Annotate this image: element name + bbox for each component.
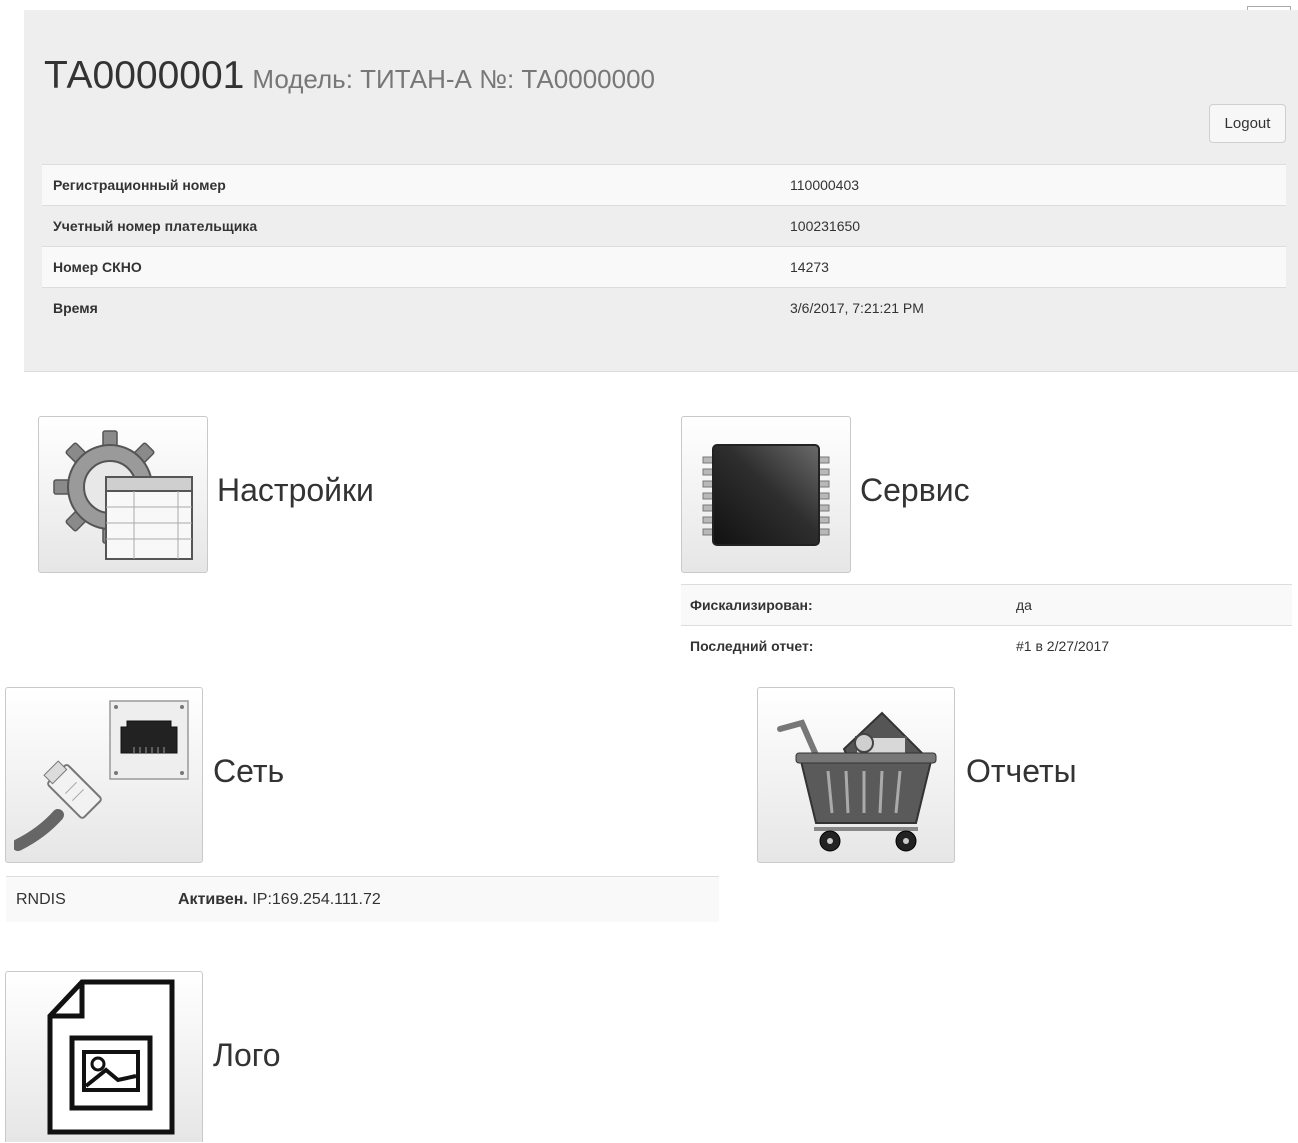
network-tile-button[interactable] [5,687,203,863]
info-value: 110000403 [779,164,1286,206]
logo-tile-button[interactable] [5,971,203,1142]
page-title: ТА0000001 Модель: ТИТАН-А №: ТА0000000 [44,54,655,98]
info-label: Регистрационный номер [42,164,779,206]
logout-button[interactable]: Logout [1209,104,1286,143]
ip-address: IP:169.254.111.72 [252,890,381,908]
ethernet-cable-icon [14,700,189,851]
settings-gear-table-icon [53,429,193,560]
settings-tile-button[interactable] [38,416,208,573]
table-row: Учетный номер плательщика 100231650 [42,205,1286,247]
table-row: Номер СКНО 14273 [42,246,1286,288]
service-tile-button[interactable] [681,416,851,573]
table-row: Фискализирован: да [681,584,1292,626]
table-row: Регистрационный номер 110000403 [42,164,1286,206]
settings-label[interactable]: Настройки [217,472,374,509]
info-value: 100231650 [779,205,1286,247]
interface-status: Активен. IP:169.254.111.72 [168,876,719,922]
logo-label[interactable]: Лого [213,1037,281,1074]
device-model: Модель: ТИТАН-А №: ТА0000000 [252,64,655,94]
status-value: да [1007,584,1292,626]
shopping-cart-icon [777,711,937,852]
interface-name: RNDIS [6,876,168,922]
reports-tile-button[interactable] [757,687,955,863]
chip-icon [702,443,830,546]
reports-label[interactable]: Отчеты [966,753,1077,790]
image-file-icon [47,979,175,1134]
table-row: Последний отчет: #1 в 2/27/2017 [681,625,1292,666]
device-info-table: Регистрационный номер 110000403 Учетный … [42,164,1286,328]
info-label: Учетный номер плательщика [42,205,779,247]
info-value: 14273 [779,246,1286,288]
status-text: Активен. [178,890,248,908]
service-status-table: Фискализирован: да Последний отчет: #1 в… [681,584,1292,666]
network-interfaces-table: RNDIS Активен. IP:169.254.111.72 [6,876,719,922]
table-row: RNDIS Активен. IP:169.254.111.72 [6,876,719,922]
info-label: Номер СКНО [42,246,779,288]
table-row: Время 3/6/2017, 7:21:21 PM [42,287,1286,328]
info-value: 3/6/2017, 7:21:21 PM [779,287,1286,328]
status-label: Фискализирован: [681,584,1007,626]
info-label: Время [42,287,779,328]
header-panel: ТА0000001 Модель: ТИТАН-А №: ТА0000000 Lo… [24,10,1298,372]
status-value: #1 в 2/27/2017 [1007,625,1292,666]
network-label[interactable]: Сеть [213,753,284,790]
service-label[interactable]: Сервис [860,472,970,509]
device-serial: ТА0000001 [44,54,245,97]
status-label: Последний отчет: [681,625,1007,666]
